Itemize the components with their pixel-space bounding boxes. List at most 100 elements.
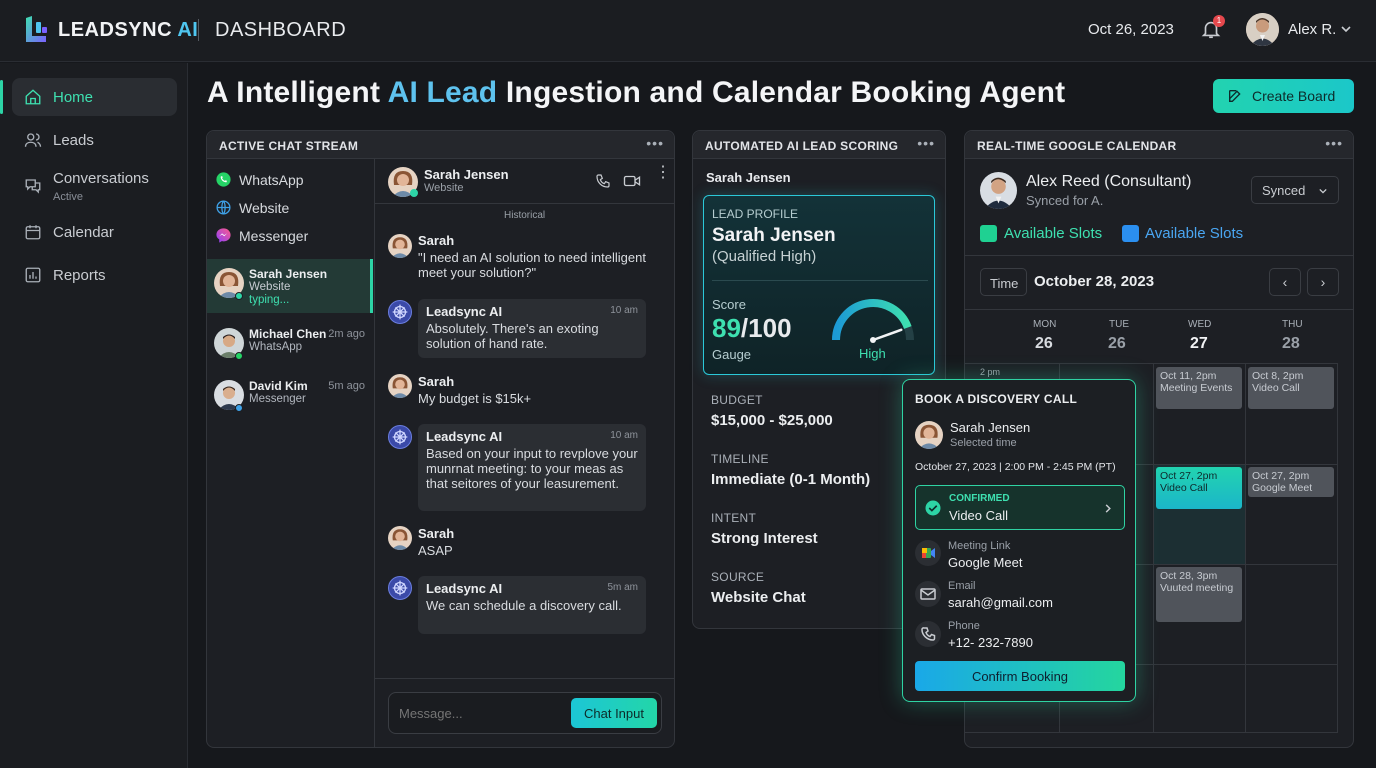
online-status-dot [235, 292, 243, 300]
sync-status-dropdown[interactable]: Synced [1251, 176, 1339, 204]
sidebar-item-home[interactable]: Home [0, 78, 177, 116]
message-input[interactable] [399, 704, 559, 722]
more-vertical-icon[interactable]: ⋮ [655, 165, 671, 181]
message-text: "I need an AI solution to need intellige… [418, 250, 646, 280]
intent-value: Strong Interest [711, 530, 818, 547]
calendar-icon [25, 225, 41, 240]
avatar [915, 421, 943, 449]
consultant-avatar [980, 172, 1017, 209]
sidebar-item-reports[interactable]: Reports [12, 256, 177, 294]
sidebar-item-conversations[interactable]: Conversations Active [12, 164, 177, 208]
phone-label: Phone [948, 620, 980, 632]
phone-icon [915, 621, 941, 647]
panel-header: AUTOMATED AI LEAD SCORING ••• [693, 131, 945, 159]
confirm-booking-button[interactable]: Confirm Booking [915, 661, 1125, 691]
calendar-event-selected[interactable]: Oct 27, 2pm Video Call [1156, 467, 1242, 509]
panel-title: ACTIVE CHAT STREAM [219, 139, 359, 153]
next-week-button[interactable]: › [1307, 268, 1339, 296]
chat-thread-header: Sarah Jensen Website ⋮ [375, 159, 675, 204]
sidebar-item-sublabel: Active [53, 191, 83, 203]
message-sender: Sarah [418, 233, 455, 248]
active-chat-panel: ACTIVE CHAT STREAM ••• WhatsApp Website … [206, 130, 675, 748]
section-title: DASHBOARD [215, 19, 347, 41]
gauge-label: Gauge [712, 347, 752, 362]
day-name: MON [1033, 319, 1057, 330]
chevron-down-icon[interactable] [1340, 24, 1352, 34]
messenger-icon [216, 228, 231, 243]
sidebar-item-leads[interactable]: Leads [12, 121, 177, 159]
brand-name: LEADSYNC AI [58, 19, 199, 41]
check-circle-icon [925, 500, 941, 516]
avatar [388, 374, 412, 398]
day-number: 28 [1282, 335, 1300, 352]
prev-week-button[interactable]: ‹ [1269, 268, 1301, 296]
sidebar-item-calendar[interactable]: Calendar [12, 213, 177, 251]
sidebar-item-label: Reports [53, 267, 106, 284]
card-divider [712, 280, 928, 281]
gauge-fill [832, 299, 912, 341]
day-name: THU [1282, 319, 1303, 330]
email-label: Email [948, 580, 976, 592]
user-avatar[interactable] [1246, 13, 1279, 46]
conversation-item[interactable]: Sarah Jensen Website typing... [207, 259, 373, 313]
bot-avatar [388, 576, 412, 600]
message-input-box: Chat Input [388, 692, 662, 734]
avatar [388, 234, 412, 258]
message-bubble: Leadsync AI 5m am We can schedule a disco… [418, 576, 646, 634]
source-value: Website Chat [711, 589, 806, 606]
timeline-label: TIMELINE [711, 452, 769, 466]
panel-title: REAL-TIME GOOGLE CALENDAR [977, 139, 1177, 153]
globe-icon [216, 200, 231, 215]
gauge-level: High [859, 346, 886, 361]
sidebar-item-label: Home [53, 89, 94, 106]
message-bubble: Leadsync AI 10 am Based on your input to … [418, 424, 646, 511]
book-discovery-call-modal: BOOK A DISCOVERY CALL Sarah Jensen Selec… [902, 379, 1136, 702]
mail-icon [915, 581, 941, 607]
message-text: ASAP [418, 543, 453, 558]
chat-send-button[interactable]: Chat Input [571, 698, 657, 728]
conversation-item[interactable]: Michael Chen WhatsApp 2m ago [207, 319, 373, 373]
message-sender: Sarah [418, 374, 455, 389]
whatsapp-status-dot [235, 352, 243, 360]
more-options-icon[interactable]: ••• [1325, 135, 1343, 151]
chart-icon [25, 267, 41, 283]
sync-status-value: Synced [1262, 183, 1306, 198]
more-options-icon[interactable]: ••• [917, 135, 935, 151]
phone-icon[interactable] [595, 173, 611, 189]
calendar-event[interactable]: Oct 11, 2pm Meeting Events [1156, 367, 1242, 409]
booking-datetime: October 27, 2023 | 2:00 PM - 2:45 PM (PT… [915, 461, 1116, 473]
budget-label: BUDGET [711, 393, 763, 407]
calendar-event[interactable]: Oct 8, 2pm Video Call [1248, 367, 1334, 409]
confirmed-call-type[interactable]: CONFIRMED Video Call [915, 485, 1125, 530]
calendar-event[interactable]: Oct 27, 2pm Google Meet [1248, 467, 1334, 497]
day-name: WED [1188, 319, 1212, 330]
gauge-needle [871, 328, 903, 342]
sidebar: Home Leads Conversations Active Calendar… [0, 63, 188, 768]
whatsapp-icon [216, 172, 231, 187]
score-value: 89/100 [712, 313, 792, 343]
phone-value: +12- 232-7890 [948, 635, 1033, 650]
user-name[interactable]: Alex R. [1288, 21, 1336, 38]
consultant-name: Alex Reed (Consultant) [1026, 173, 1192, 190]
bot-avatar [388, 300, 412, 324]
calendar-event[interactable]: Oct 28, 3pm Vuuted meeting [1156, 567, 1242, 622]
booking-sub: Selected time [950, 437, 1017, 449]
channel-messenger[interactable]: Messenger [215, 225, 365, 247]
message-text: My budget is $15k+ [418, 391, 532, 406]
meeting-link-value[interactable]: Google Meet [948, 555, 1022, 570]
time-button[interactable]: Time [980, 268, 1027, 296]
calendar-date: October 28, 2023 [1034, 273, 1155, 290]
avatar [388, 526, 412, 550]
channel-whatsapp[interactable]: WhatsApp [215, 169, 365, 191]
confirmed-label: CONFIRMED [949, 493, 1010, 504]
lead-profile-name: Sarah Jensen [712, 225, 836, 246]
sidebar-item-label: Calendar [53, 224, 114, 241]
channel-website[interactable]: Website [215, 197, 365, 219]
create-board-button[interactable]: Create Board [1213, 79, 1354, 113]
online-status-dot [410, 189, 418, 197]
more-options-icon[interactable]: ••• [646, 135, 664, 151]
conversation-item[interactable]: David Kim Messenger 5m ago [207, 371, 373, 425]
header-divider [198, 19, 199, 41]
video-icon[interactable] [623, 173, 641, 189]
sidebar-item-label: Leads [53, 132, 94, 149]
